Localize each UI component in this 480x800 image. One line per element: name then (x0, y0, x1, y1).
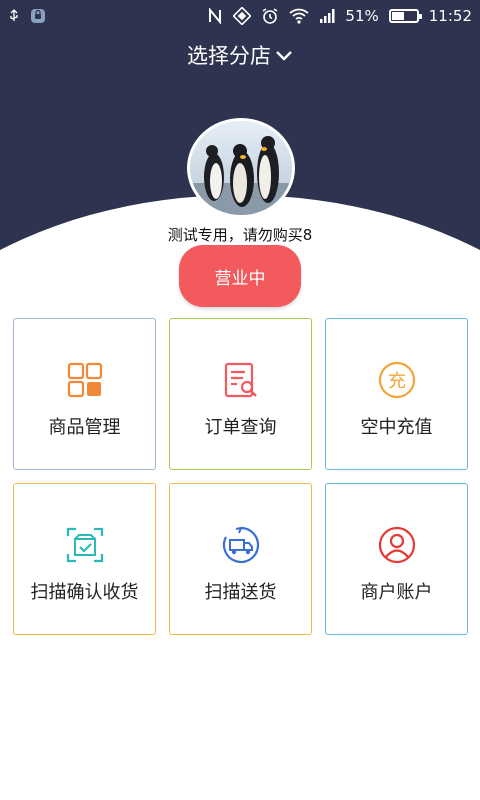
rotate-lock-icon (233, 7, 252, 25)
business-status-button[interactable]: 营业中 (179, 245, 301, 307)
recharge-icon: 充 (378, 361, 416, 399)
tile-scan-delivery[interactable]: 扫描送货 (169, 483, 312, 635)
tile-label: 商品管理 (48, 417, 121, 438)
tile-scan-confirm-receipt[interactable]: 扫描确认收货 (13, 483, 156, 635)
tile-label: 订单查询 (204, 417, 277, 438)
wifi-icon (289, 8, 309, 24)
battery-percent: 51% (345, 7, 379, 25)
branch-selector[interactable]: 选择分店 (0, 38, 480, 72)
alarm-icon (261, 7, 279, 25)
signal-icon (319, 8, 335, 24)
scan-receive-icon (66, 526, 104, 564)
tile-air-recharge[interactable]: 充 空中充值 (325, 318, 468, 470)
tile-label: 扫描确认收货 (30, 582, 139, 603)
store-name: 测试专用，请勿购买8 (167, 226, 313, 244)
app-screen: 51% 11:52 选择分店 测试专用，请勿购买8 营业中 商品管理 订单查询 … (0, 0, 480, 800)
usb-icon (8, 9, 20, 23)
penguin-avatar[interactable] (187, 118, 295, 218)
business-status-label: 营业中 (214, 268, 266, 289)
tile-label: 扫描送货 (204, 582, 277, 603)
battery-icon (388, 9, 422, 23)
app-notification-icon (30, 8, 46, 24)
tile-order-search[interactable]: 订单查询 (169, 318, 312, 470)
clock: 11:52 (428, 7, 472, 25)
chevron-down-icon (275, 43, 293, 67)
page-title: 选择分店 (187, 44, 271, 68)
nfc-icon (207, 8, 223, 24)
status-bar: 51% 11:52 (0, 0, 480, 32)
menu-grid: 商品管理 订单查询 充 空中充值 扫描确认收货 扫描送货 商户账户 (13, 318, 468, 638)
tile-product-management[interactable]: 商品管理 (13, 318, 156, 470)
svg-text:充: 充 (388, 371, 406, 392)
tile-label: 空中充值 (360, 417, 433, 438)
delivery-truck-icon (222, 526, 260, 564)
product-grid-icon (66, 361, 104, 399)
tile-merchant-account[interactable]: 商户账户 (325, 483, 468, 635)
tile-label: 商户账户 (360, 582, 433, 603)
order-search-icon (222, 361, 260, 399)
merchant-account-icon (378, 526, 416, 564)
